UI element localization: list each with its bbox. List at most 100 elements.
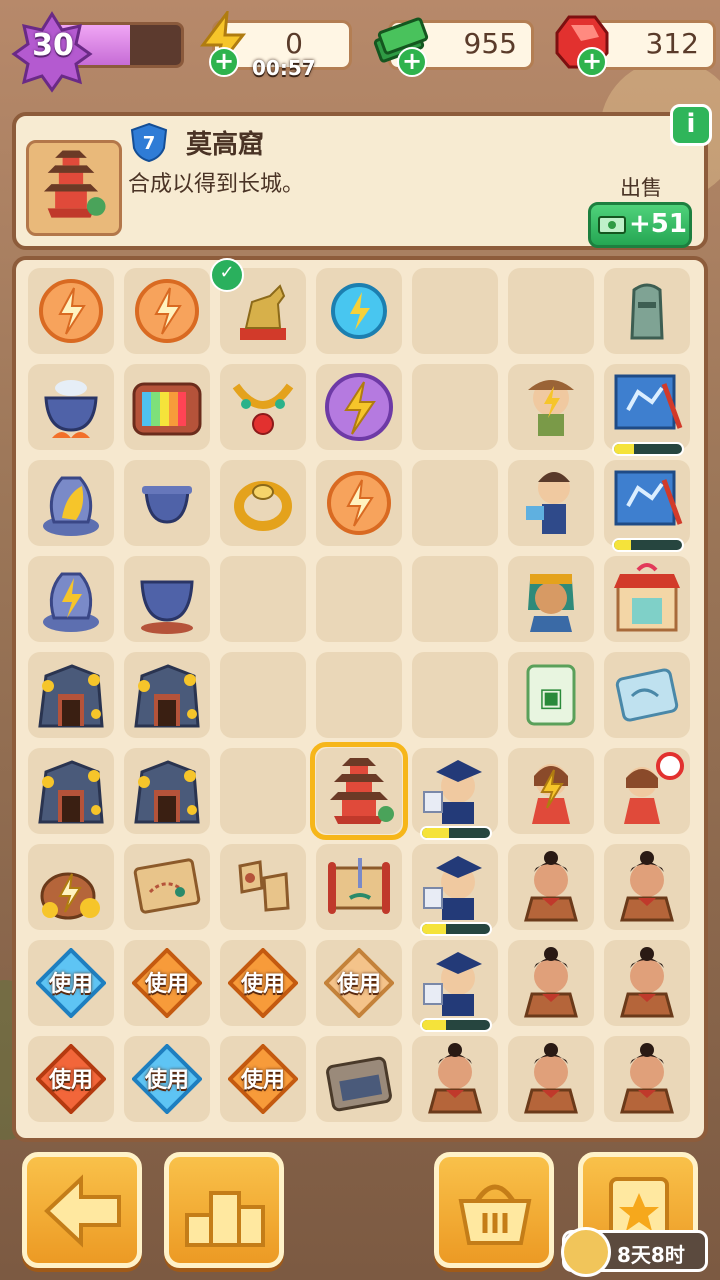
board-cell[interactable] [508, 748, 594, 834]
leaderboard-button[interactable] [164, 1152, 284, 1268]
gems-value: 312 [645, 27, 699, 60]
sell-button[interactable]: +51 [588, 202, 692, 248]
board-cell[interactable] [412, 652, 498, 738]
top-bar: 30 + 0 00:57 + 955 + 312 [0, 0, 720, 100]
board-cell[interactable] [220, 748, 306, 834]
board-cell[interactable] [604, 748, 690, 834]
add-gems-button[interactable]: + [577, 47, 607, 77]
board-cell[interactable] [412, 460, 498, 546]
board-cell[interactable] [316, 460, 402, 546]
shop-button[interactable] [434, 1152, 554, 1268]
board-cell[interactable] [124, 364, 210, 450]
sell-label: 出售 [620, 176, 662, 200]
retro-tv-icon [132, 382, 202, 436]
board-cell[interactable] [508, 268, 594, 354]
energy-orb-blue-icon [331, 283, 387, 339]
board-cell[interactable] [508, 460, 594, 546]
board-cell[interactable] [28, 748, 114, 834]
add-cash-button[interactable]: + [397, 47, 427, 77]
board-cell[interactable] [310, 742, 408, 840]
board-cell[interactable] [28, 652, 114, 738]
item-info-panel: 7 莫高窟 合成以得到长城。 出售 +51 i [12, 104, 712, 250]
level-indicator[interactable]: 30 [10, 10, 184, 93]
board-cell[interactable] [412, 844, 498, 936]
board-cell[interactable] [604, 460, 690, 552]
board-cell[interactable] [124, 268, 210, 354]
energy-orb-orange-icon [39, 279, 103, 343]
board-cell[interactable] [508, 844, 594, 930]
board-cell[interactable]: ▣ [508, 652, 594, 738]
board-cell[interactable] [220, 556, 306, 642]
gems-counter[interactable]: + 312 [555, 15, 716, 77]
item-progress-fill [422, 1020, 446, 1030]
golden-vase-energy-icon [43, 572, 99, 632]
board-cell[interactable]: ✓ [210, 258, 306, 354]
board-cell[interactable] [220, 652, 306, 738]
svg-text:▣: ▣ [539, 683, 564, 713]
board-cell[interactable] [604, 364, 690, 456]
board-cell[interactable] [220, 460, 306, 546]
board-cell[interactable] [412, 1036, 498, 1122]
board-cell[interactable] [412, 556, 498, 642]
board-cell[interactable] [124, 748, 210, 834]
board-cell[interactable] [604, 1036, 690, 1122]
sell-price: +51 [629, 209, 687, 239]
board-cell[interactable] [28, 364, 114, 450]
board-cell[interactable] [412, 364, 498, 450]
board-cell[interactable] [316, 1036, 402, 1122]
board-cell[interactable] [316, 556, 402, 642]
item-progress-bar [612, 442, 684, 456]
board-cell[interactable]: 使用 [28, 1036, 114, 1122]
board-cell[interactable] [508, 1036, 594, 1122]
board-cell[interactable] [28, 556, 114, 642]
board-cell[interactable] [124, 652, 210, 738]
merge-board: ✓ ▣ 使用 使用 使用 使用 使用 使用 使用 [12, 256, 708, 1142]
svg-text:7: 7 [143, 133, 156, 154]
board-cell[interactable] [220, 844, 306, 930]
reading-scholar-icon [526, 472, 570, 534]
board-cell[interactable] [316, 268, 402, 354]
board-cell[interactable] [412, 268, 498, 354]
board-cell[interactable] [412, 940, 498, 1032]
board-cell[interactable]: 使用 [124, 1036, 210, 1122]
board-cell[interactable]: 使用 [124, 940, 210, 1026]
use-label: 使用 [144, 1068, 189, 1093]
board-cell[interactable]: 使用 [220, 940, 306, 1026]
item-progress-fill [422, 924, 446, 934]
board-cell[interactable] [28, 268, 114, 354]
board-cell[interactable] [28, 844, 114, 930]
pagoda-icon [43, 150, 106, 218]
board-cell[interactable] [124, 556, 210, 642]
board-cell[interactable] [220, 364, 306, 450]
board-cell[interactable] [604, 268, 690, 354]
back-button[interactable] [22, 1152, 142, 1268]
board-cell[interactable] [316, 364, 402, 450]
jeweled-necklace-icon [232, 383, 294, 435]
board-cell[interactable] [604, 652, 690, 738]
board-cell[interactable] [28, 460, 114, 546]
board-cell[interactable] [316, 652, 402, 738]
event-timer-badge[interactable]: 8天8时 [561, 1227, 708, 1277]
board-cell[interactable]: 使用 [220, 1036, 306, 1122]
board-cell[interactable] [604, 844, 690, 930]
board-cell[interactable] [508, 556, 594, 642]
board-cell[interactable] [124, 844, 210, 930]
add-energy-button[interactable]: + [209, 47, 239, 77]
item-progress-bar [420, 1018, 492, 1032]
board-cell[interactable] [412, 748, 498, 840]
board-cell[interactable]: 使用 [316, 940, 402, 1026]
board-cell[interactable] [604, 556, 690, 642]
terracotta-warrior-icon [524, 851, 578, 922]
cash-counter[interactable]: + 955 [373, 17, 534, 77]
board-cell[interactable] [604, 940, 690, 1026]
board-cell[interactable] [316, 844, 402, 930]
board-cell[interactable] [124, 460, 210, 546]
info-button[interactable]: i [670, 104, 712, 146]
item-level-badge: 7 [130, 122, 168, 162]
terracotta-warrior-icon [524, 1043, 578, 1114]
board-cell[interactable]: 使用 [28, 940, 114, 1026]
board-cell[interactable] [508, 364, 594, 450]
board-cell[interactable] [508, 940, 594, 1026]
scroll-map-icon [615, 668, 679, 722]
pharaoh-bust-icon [528, 574, 574, 632]
